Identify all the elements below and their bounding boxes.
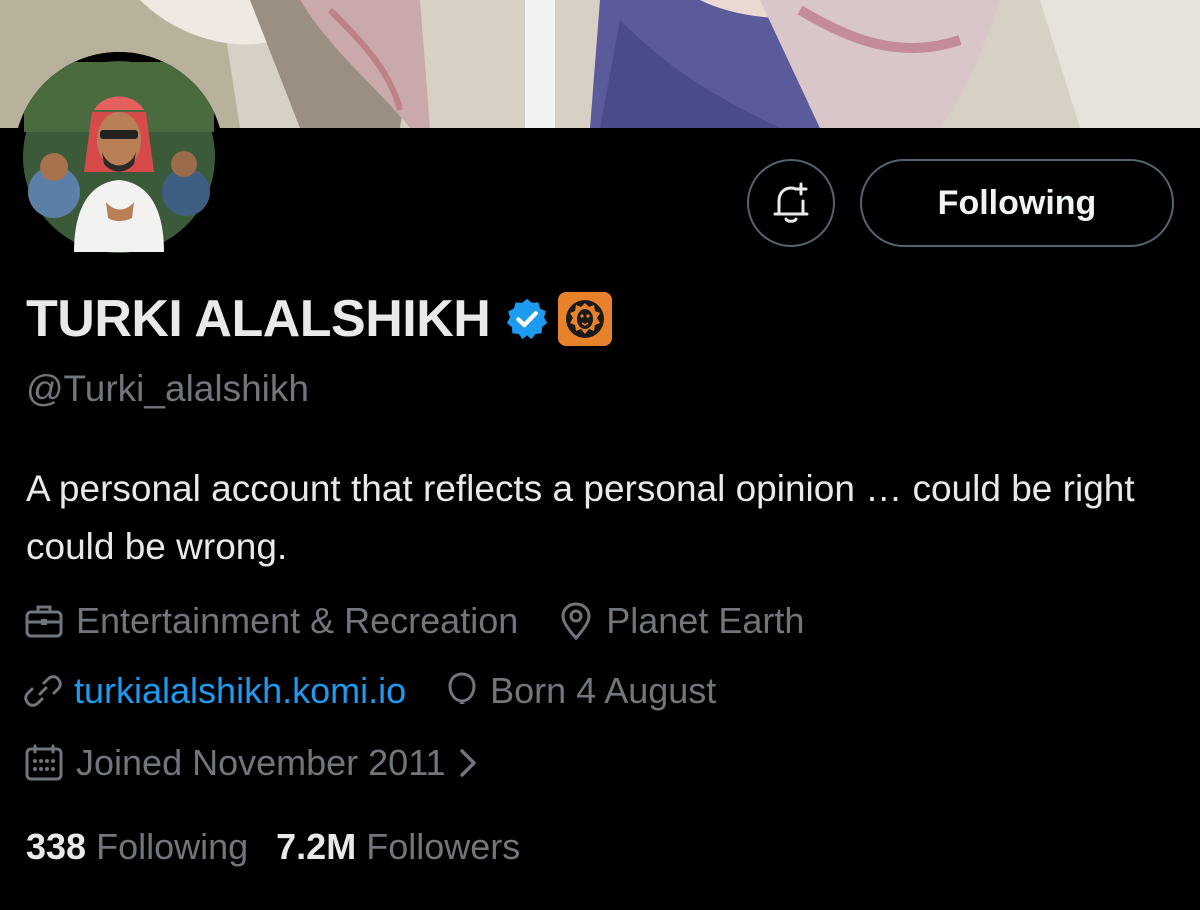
following-button-label: Following: [937, 183, 1097, 222]
profile-category: Entertainment & Recreation: [24, 600, 518, 642]
following-button[interactable]: Following: [860, 159, 1174, 247]
profile-meta-row-3: Joined November 2011: [24, 738, 532, 788]
link-icon: [24, 675, 62, 707]
profile-birthday: Born 4 August: [446, 670, 716, 712]
followers-stat[interactable]: 7.2M Followers: [276, 826, 520, 868]
balloon-icon: [448, 672, 476, 704]
location-pin-icon: [561, 602, 591, 641]
birthday-label: Born 4 August: [490, 670, 717, 711]
user-handle: @Turki_alalshikh: [26, 368, 309, 409]
location-label: Planet Earth: [606, 600, 805, 641]
followers-count: 7.2M: [276, 826, 357, 867]
display-name: TURKI ALALSHIKH: [26, 290, 491, 348]
profile-joined[interactable]: Joined November 2011: [24, 742, 492, 784]
notifications-toggle-button[interactable]: [747, 159, 835, 247]
website-link[interactable]: turkialalshikh.komi.io: [74, 670, 406, 712]
following-stat[interactable]: 338 Following: [26, 826, 248, 868]
profile-meta-row-1: Entertainment & Recreation Planet Earth: [24, 596, 844, 646]
verified-badge-icon[interactable]: [504, 296, 550, 342]
profile-stats-row: 338 Following 7.2M Followers: [26, 822, 548, 872]
bell-plus-icon: [773, 182, 809, 223]
following-count: 338: [26, 826, 87, 867]
following-stat-label: Following: [96, 826, 249, 867]
display-name-row: TURKI ALALSHIKH: [26, 284, 613, 354]
briefcase-icon: [25, 605, 63, 638]
category-label: Entertainment & Recreation: [76, 600, 519, 641]
profile-bio: A personal account that reflects a perso…: [26, 468, 1135, 567]
profile-avatar[interactable]: [14, 52, 224, 262]
chevron-right-icon: [459, 749, 476, 777]
lion-affiliate-icon[interactable]: [558, 292, 613, 346]
calendar-icon: [25, 744, 63, 781]
profile-website[interactable]: turkialalshikh.komi.io: [24, 670, 406, 712]
profile-meta-row-2: turkialalshikh.komi.io Born 4 August: [24, 666, 756, 716]
avatar-illustration: [14, 52, 224, 262]
lion-emblem-icon: [566, 300, 605, 338]
joined-label: Joined November 2011: [76, 742, 446, 783]
profile-location: Planet Earth: [558, 600, 804, 642]
followers-stat-label: Followers: [366, 826, 521, 867]
